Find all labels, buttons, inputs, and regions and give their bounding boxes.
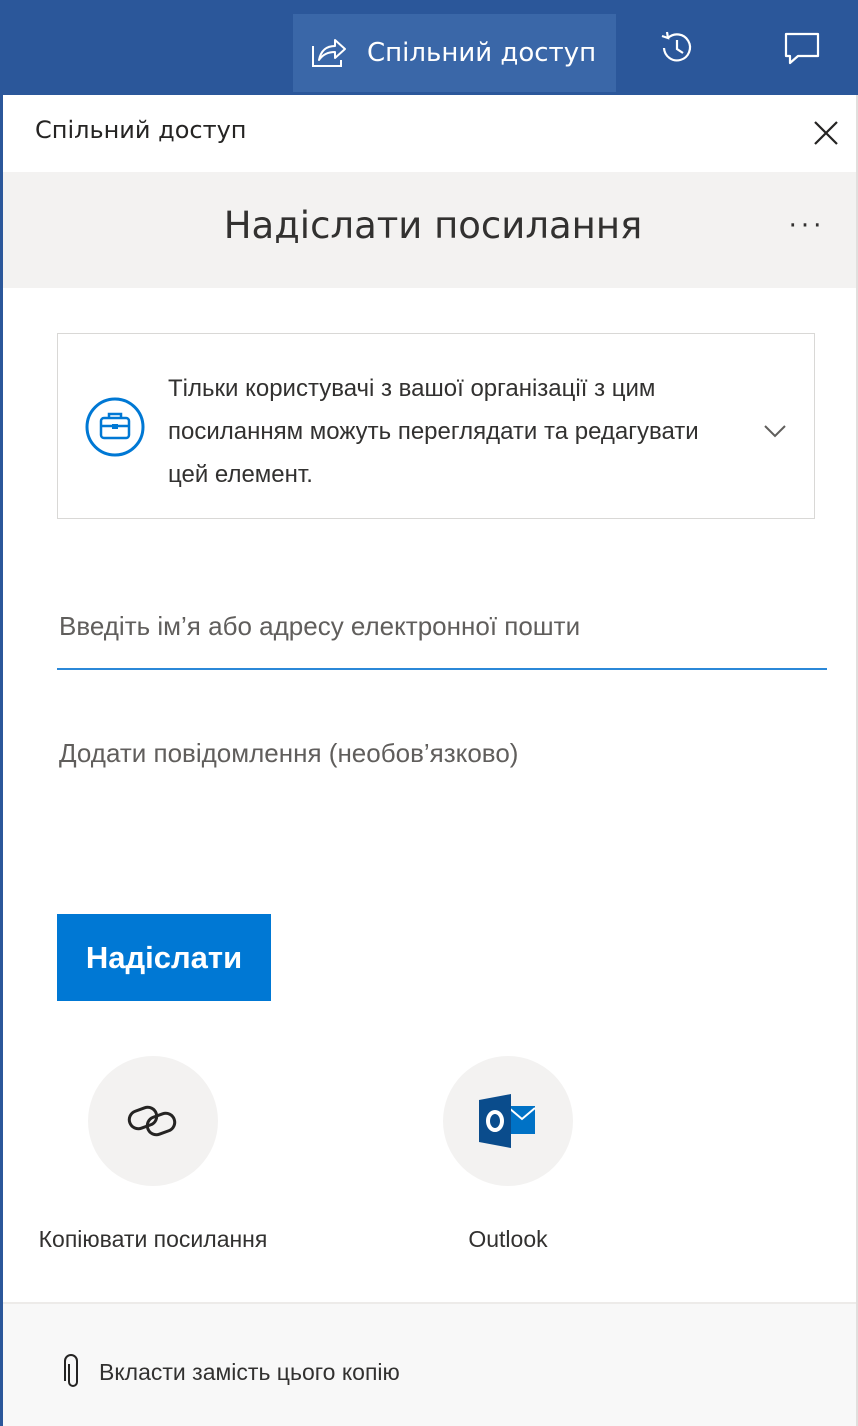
comment-icon[interactable]: [780, 26, 824, 70]
outlook-label: Outlook: [468, 1226, 548, 1252]
share-icon: [312, 39, 346, 67]
message-field[interactable]: [57, 728, 827, 848]
copy-link-option[interactable]: Копіювати посилання: [23, 1056, 283, 1253]
footer: Вкласти замість цього копію: [3, 1304, 856, 1426]
copy-link-button[interactable]: [88, 1056, 218, 1186]
briefcase-icon: [85, 397, 145, 457]
outlook-icon: [479, 1094, 536, 1148]
link-settings-button[interactable]: Тільки користувачі з вашої організації з…: [57, 333, 815, 519]
attach-copy-label: Вкласти замість цього копію: [99, 1358, 400, 1385]
close-icon: [814, 121, 838, 145]
page-heading: Надіслати посилання: [223, 204, 643, 247]
share-tab-label: Спільний доступ: [367, 38, 597, 68]
header-band: Надіслати посилання ···: [3, 172, 856, 288]
permission-text: Тільки користувачі з вашої організації з…: [168, 375, 699, 488]
paperclip-icon: [64, 1354, 78, 1387]
send-button[interactable]: Надіслати: [57, 914, 271, 1001]
share-tab[interactable]: Спільний доступ: [293, 14, 616, 92]
attach-copy-link[interactable]: Вкласти замість цього копію: [63, 1354, 400, 1390]
share-window: Спільний доступ Спільний доступ Надіслат…: [0, 0, 858, 1426]
recipient-input[interactable]: [57, 598, 827, 670]
link-icon: [127, 1105, 177, 1137]
history-icon[interactable]: [654, 26, 698, 70]
copy-link-label: Копіювати посилання: [38, 1226, 268, 1252]
outlook-option[interactable]: Outlook: [378, 1056, 638, 1253]
more-options-button[interactable]: ···: [779, 206, 835, 246]
panel-title: Спільний доступ: [35, 116, 247, 144]
outlook-button[interactable]: [443, 1056, 573, 1186]
ribbon-bar: Спільний доступ: [3, 0, 858, 95]
chevron-down-icon: [764, 425, 786, 438]
close-button[interactable]: [806, 113, 846, 153]
